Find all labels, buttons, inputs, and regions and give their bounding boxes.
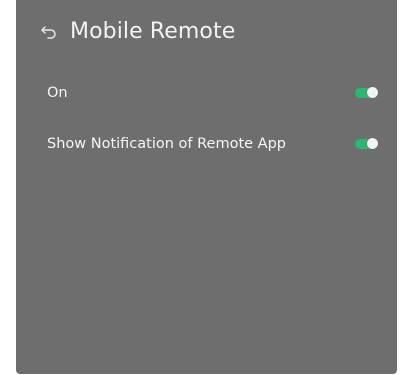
page-title: Mobile Remote (70, 19, 236, 44)
toggle-knob (367, 138, 378, 149)
setting-row-on[interactable]: On (16, 73, 397, 113)
back-button[interactable] (39, 22, 59, 42)
setting-row-show-notification[interactable]: Show Notification of Remote App (16, 124, 397, 164)
setting-label: On (47, 85, 68, 101)
on-toggle[interactable] (355, 87, 379, 99)
panel-header: Mobile Remote (16, 0, 397, 64)
back-arrow-icon (39, 22, 59, 42)
mobile-remote-panel: Mobile Remote On Show Notification of Re… (16, 0, 397, 374)
toggle-knob (367, 87, 378, 98)
show-notification-toggle[interactable] (355, 138, 379, 150)
setting-label: Show Notification of Remote App (47, 136, 287, 152)
